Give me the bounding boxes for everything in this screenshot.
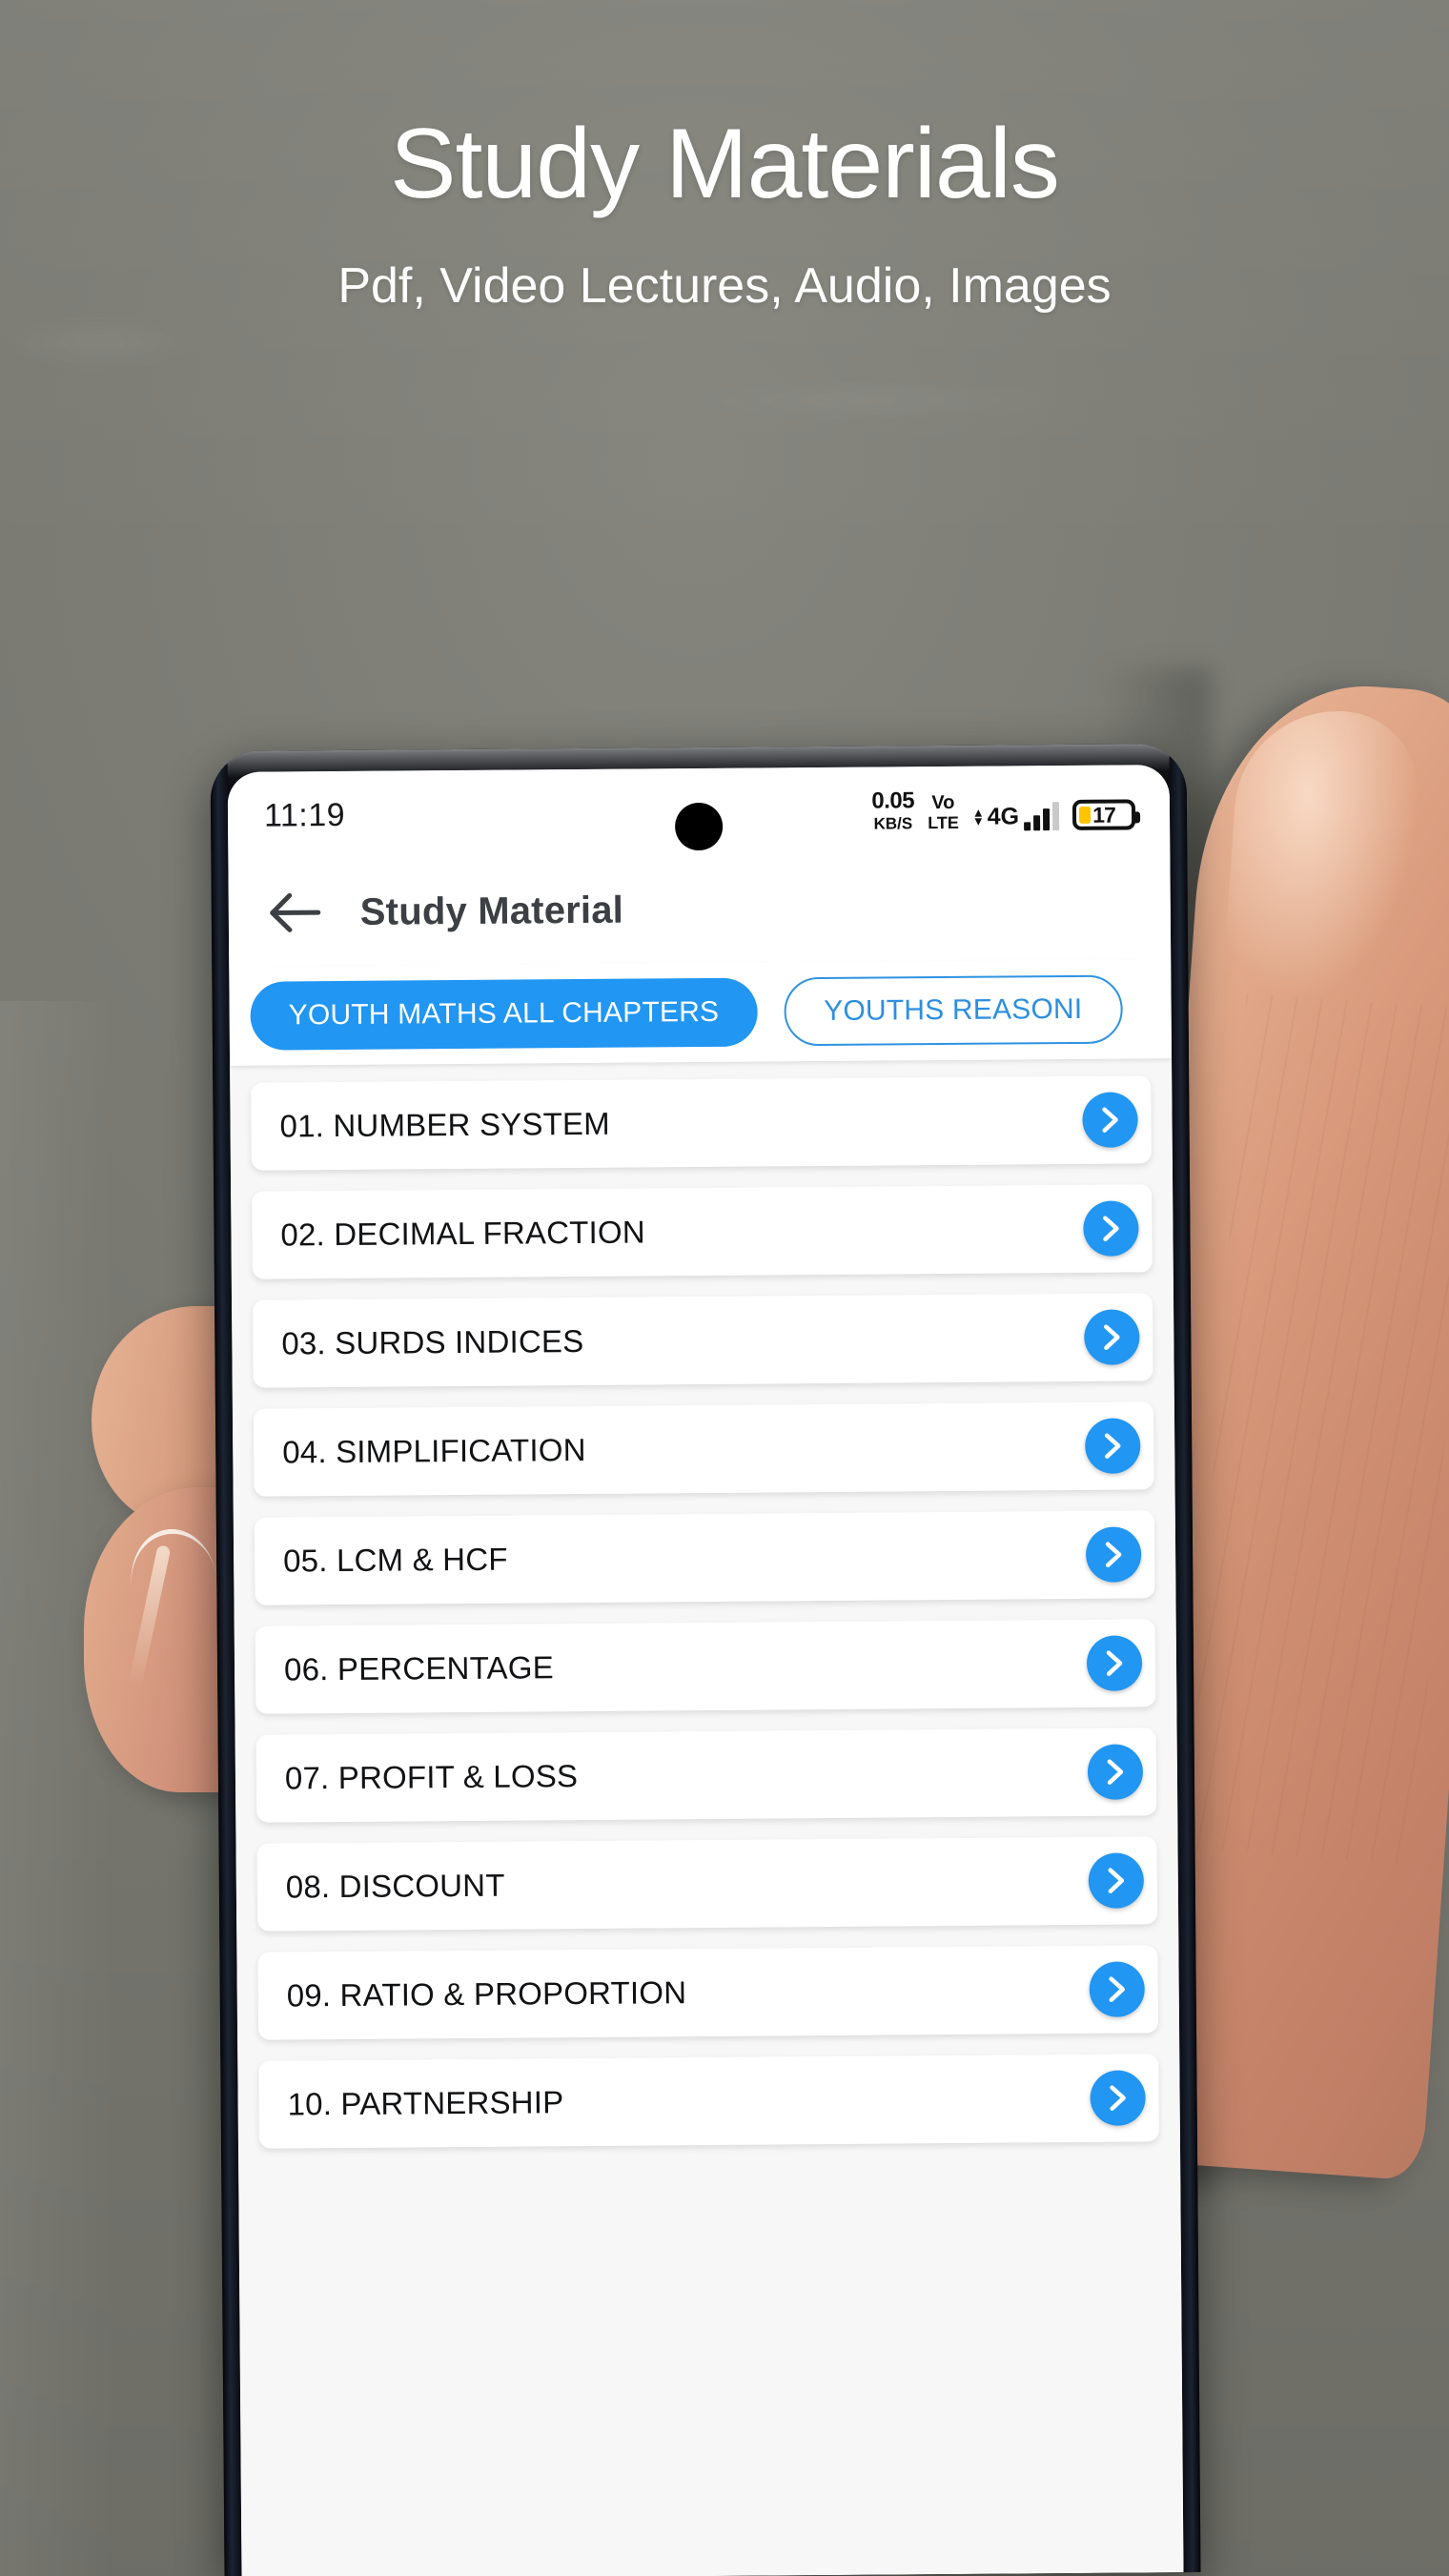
volte-icon: Vo LTE [928, 791, 959, 833]
status-bar: 11:19 0.05 KB/S Vo LTE ▲ ▼ 4G 17 [227, 765, 1171, 860]
status-clock: 11:19 [263, 796, 346, 834]
chapter-label: 04. SIMPLIFICATION [282, 1431, 586, 1470]
chapter-label: 10. PARTNERSHIP [287, 2084, 564, 2122]
chevron-right-icon[interactable] [1085, 1526, 1142, 1583]
chapter-label: 02. DECIMAL FRACTION [280, 1214, 645, 1253]
list-item[interactable]: 04. SIMPLIFICATION [253, 1401, 1154, 1497]
chevron-right-icon[interactable] [1085, 1418, 1141, 1474]
tab-label: YOUTH MATHS ALL CHAPTERS [288, 995, 720, 1032]
phone-device: 11:19 0.05 KB/S Vo LTE ▲ ▼ 4G 17 Study M… [210, 744, 1201, 2576]
tab-youths-reasoning[interactable]: YOUTHS REASONI [783, 974, 1123, 1047]
list-item[interactable]: 09. RATIO & PROPORTION [257, 1945, 1159, 2040]
chevron-right-icon[interactable] [1083, 1200, 1139, 1257]
chevron-right-icon[interactable] [1090, 2070, 1146, 2126]
chapter-label: 01. NUMBER SYSTEM [279, 1105, 611, 1144]
battery-level-label: 17 [1092, 802, 1115, 828]
network-speed-value: 0.05 [871, 787, 915, 814]
arrow-left-icon[interactable] [269, 890, 322, 934]
app-bar: Study Material [228, 852, 1172, 967]
list-item[interactable]: 02. DECIMAL FRACTION [252, 1184, 1153, 1279]
chevron-right-icon[interactable] [1084, 1309, 1140, 1365]
signal-bars-icon [1024, 802, 1060, 831]
chapter-label: 07. PROFIT & LOSS [284, 1758, 579, 1796]
list-item[interactable]: 08. DISCOUNT [256, 1836, 1158, 1932]
list-item[interactable]: 03. SURDS INDICES [253, 1293, 1153, 1388]
list-item[interactable]: 06. PERCENTAGE [255, 1619, 1156, 1714]
network-type-label: 4G [987, 803, 1020, 830]
promo-title: Study Materials [390, 109, 1060, 219]
chevron-right-icon[interactable] [1089, 1961, 1145, 2017]
wall-texture-blotch-secondary [667, 381, 1077, 419]
status-icons-group: 0.05 KB/S Vo LTE ▲ ▼ 4G 17 [871, 787, 1136, 833]
front-camera-icon [674, 802, 724, 851]
chevron-right-icon[interactable] [1087, 1744, 1144, 1800]
volte-line-1: Vo [931, 791, 955, 814]
chevron-right-icon[interactable] [1088, 1852, 1145, 1909]
category-tab-strip[interactable]: YOUTH MATHS ALL CHAPTERS YOUTHS REASONI [229, 959, 1173, 1066]
volte-line-2: LTE [928, 812, 959, 833]
list-item[interactable]: 05. LCM & HCF [254, 1510, 1155, 1605]
chapter-label: 05. LCM & HCF [283, 1541, 508, 1579]
signal-indicator: ▲ ▼ 4G [971, 802, 1060, 831]
tab-youth-maths-all-chapters[interactable]: YOUTH MATHS ALL CHAPTERS [250, 977, 758, 1051]
data-transfer-arrows-icon: ▲ ▼ [971, 805, 985, 828]
list-item[interactable]: 07. PROFIT & LOSS [255, 1728, 1157, 1823]
network-speed-unit: KB/S [873, 814, 913, 833]
chapter-label: 09. RATIO & PROPORTION [286, 1974, 687, 2014]
phone-screen: 11:19 0.05 KB/S Vo LTE ▲ ▼ 4G 17 Study M… [227, 765, 1184, 2576]
tab-label: YOUTHS REASONI [824, 992, 1083, 1028]
wall-texture-blotch [0, 315, 200, 372]
battery-icon: 17 [1071, 799, 1136, 830]
chevron-right-icon[interactable] [1082, 1092, 1138, 1148]
promo-text-block: Study Materials Pdf, Video Lectures, Aud… [0, 114, 1449, 315]
list-item[interactable]: 10. PARTNERSHIP [258, 2054, 1159, 2149]
chapter-label: 08. DISCOUNT [285, 1867, 505, 1905]
list-item[interactable]: 01. NUMBER SYSTEM [251, 1075, 1152, 1171]
chapter-label: 06. PERCENTAGE [283, 1649, 554, 1687]
chapter-list[interactable]: 01. NUMBER SYSTEM 02. DECIMAL FRACTION 0… [230, 1058, 1184, 2576]
promo-subtitle: Pdf, Video Lectures, Audio, Images [337, 258, 1112, 314]
chevron-right-icon[interactable] [1086, 1635, 1143, 1691]
chapter-label: 03. SURDS INDICES [281, 1322, 584, 1361]
page-title: Study Material [359, 889, 624, 933]
network-speed-indicator: 0.05 KB/S [871, 787, 915, 833]
